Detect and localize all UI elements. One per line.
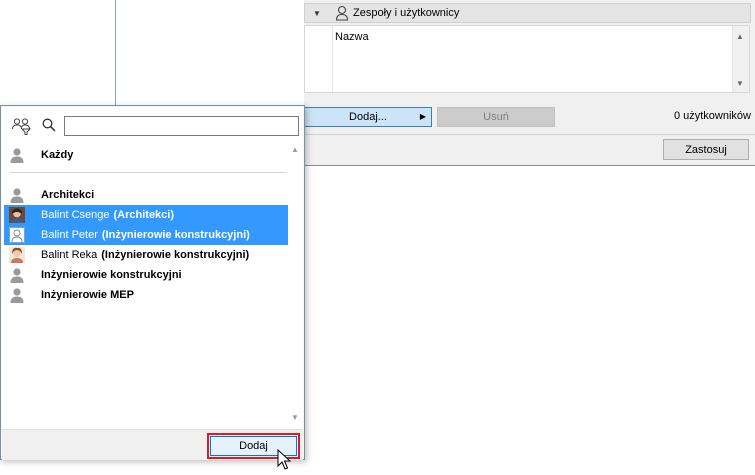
add-button-label: Dodaj... <box>349 111 387 123</box>
scroll-down-icon[interactable]: ▼ <box>736 79 744 88</box>
users-list[interactable]: Nazwa ▲ ▼ <box>304 25 750 93</box>
collapse-triangle-icon[interactable]: ▼ <box>313 9 325 18</box>
section-header[interactable]: ▼ Zespoły i użytkownicy <box>304 3 751 23</box>
list-item-team: (Inżynierowie konstrukcyjni) <box>101 229 250 241</box>
generic-user-icon <box>9 287 25 303</box>
list-item-name: Inżynierowie MEP <box>41 289 134 301</box>
popup-scrollbar[interactable]: ▲ ▼ <box>289 141 303 429</box>
popup-content: Każdy Architekci Balint Csenge (Architekci)… <box>2 107 303 429</box>
generic-user-icon <box>9 187 25 203</box>
users-filter-icon[interactable] <box>11 117 33 135</box>
list-item[interactable]: Inżynierowie konstrukcyjni <box>4 265 288 285</box>
background-panel-middle <box>118 0 305 105</box>
list-item-name: Architekci <box>41 189 95 201</box>
list-item[interactable]: Balint Peter (Inżynierowie konstrukcyjni) <box>4 225 288 245</box>
column-divider <box>332 26 333 92</box>
scroll-up-icon[interactable]: ▲ <box>736 32 744 41</box>
add-dropdown-button[interactable]: Dodaj... ▶ <box>304 107 432 127</box>
list-scrollbar[interactable]: ▲ ▼ <box>732 26 749 92</box>
list-item[interactable]: Balint Csenge (Architekci) <box>4 205 288 225</box>
list-item-team: (Architekci) <box>113 209 175 221</box>
apply-button[interactable]: Zastosuj <box>663 139 749 160</box>
blank-user-photo-icon <box>9 227 25 243</box>
chevron-right-icon: ▶ <box>419 112 426 121</box>
remove-button[interactable]: Usuń <box>437 107 555 127</box>
user-photo-icon <box>9 207 25 223</box>
list-item-name: Balint Reka <box>41 249 98 261</box>
list-item[interactable]: Każdy <box>4 145 288 165</box>
scroll-down-icon[interactable]: ▼ <box>291 413 299 422</box>
list-item-name: Balint Peter <box>41 229 98 241</box>
user-count-label: 0 użytkowników <box>673 110 751 122</box>
user-icon <box>335 5 349 21</box>
scroll-up-icon[interactable]: ▲ <box>291 145 299 154</box>
section-title: Zespoły i użytkownicy <box>353 7 460 19</box>
popup-footer: Dodaj <box>2 429 303 460</box>
add-users-popup: Każdy Architekci Balint Csenge (Architekci)… <box>0 105 305 460</box>
teams-users-dialog: ▼ Zespoły i użytkownicy Nazwa ▲ ▼ Dodaj.… <box>304 0 755 166</box>
list-item[interactable]: Balint Reka (Inżynierowie konstrukcyjni) <box>4 245 288 265</box>
mouse-cursor-icon <box>277 449 292 470</box>
divider <box>304 134 755 135</box>
generic-user-icon <box>9 267 25 283</box>
list-item-name: Inżynierowie konstrukcyjni <box>41 269 182 281</box>
list-item-team: (Inżynierowie konstrukcyjni) <box>101 249 250 261</box>
column-header-name[interactable]: Nazwa <box>335 31 369 43</box>
list-divider <box>10 172 287 173</box>
list-item[interactable]: Inżynierowie MEP <box>4 285 288 305</box>
list-item-name: Każdy <box>41 149 74 161</box>
users-teams-list[interactable]: Każdy Architekci Balint Csenge (Architekci)… <box>2 141 289 429</box>
generic-user-icon <box>9 147 25 163</box>
search-icon <box>42 118 56 132</box>
user-photo-icon <box>9 247 25 263</box>
list-item[interactable]: Architekci <box>4 185 288 205</box>
search-input[interactable] <box>64 116 299 136</box>
list-item-name: Balint Csenge <box>41 209 110 221</box>
